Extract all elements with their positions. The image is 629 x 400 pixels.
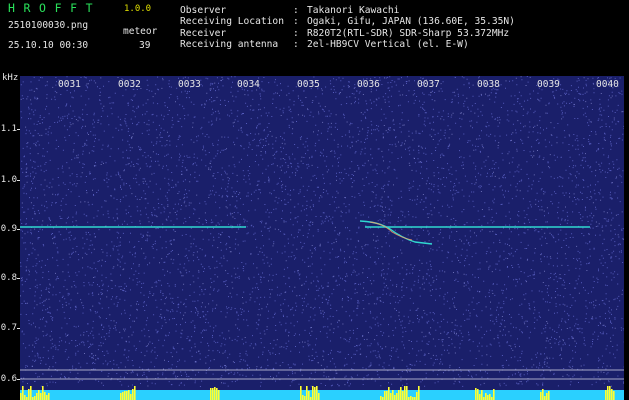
info-row-receiver: Receiver: R820T2(RTL-SDR) SDR-Sharp 53.37… — [180, 27, 510, 39]
axis-unit-label: kHz — [2, 73, 19, 83]
meteor-count: 39 — [139, 40, 151, 51]
app-brand: HROFFT — [8, 1, 102, 15]
x-tick-label: 0039 — [537, 79, 560, 90]
info-key: Receiver — [180, 27, 227, 39]
x-tick-label: 0038 — [477, 79, 500, 90]
capture-datetime: 25.10.10 00:30 — [8, 40, 89, 51]
info-value: R820T2(RTL-SDR) SDR-Sharp 53.372MHz — [307, 27, 510, 39]
noise-speckle-bright — [20, 76, 624, 387]
info-row-location: Receiving Location: Ogaki, Gifu, JAPAN (1… — [180, 16, 515, 28]
y-tick-label: 0.7 — [0, 323, 17, 333]
y-tick-label: 0.9 — [0, 224, 17, 234]
x-tick-label: 0037 — [417, 79, 440, 90]
y-tick-label: 0.6 — [0, 374, 17, 384]
header-panel: HROFFT 1.0.0 2510100030.png 25.10.10 00:… — [0, 0, 629, 75]
meteor-echo — [359, 220, 433, 245]
info-key: Observer — [180, 5, 227, 16]
info-value: Ogaki, Gifu, JAPAN (136.60E, 35.35N) — [307, 16, 515, 28]
x-tick-label: 0033 — [178, 79, 201, 90]
info-value: 2el-HB9CV Vertical (el. E-W) — [307, 39, 469, 51]
x-tick-label: 0035 — [297, 79, 320, 90]
info-key: Receiving Location — [180, 16, 284, 28]
info-value: Takanori Kawachi — [307, 5, 400, 16]
intensity-band — [20, 390, 624, 400]
info-row-observer: Observer: Takanori Kawachi — [180, 5, 400, 16]
meteor-label: meteor — [123, 26, 158, 37]
noise-speckle — [20, 76, 624, 387]
y-tick-label: 0.8 — [0, 273, 17, 283]
spectrogram-canvas — [20, 76, 624, 400]
info-row-antenna: Receiving antenna:2el-HB9CV Vertical (el… — [180, 39, 469, 51]
spectrogram-plot — [20, 76, 624, 400]
file-name: 2510100030.png — [8, 20, 89, 31]
y-tick-label: 1.0 — [0, 175, 17, 185]
x-tick-label: 0040 — [596, 79, 619, 90]
station-info: Observer: Takanori Kawachi Receiving Loca… — [180, 5, 515, 51]
x-tick-label: 0032 — [118, 79, 141, 90]
x-tick-label: 0036 — [357, 79, 380, 90]
app-version: 1.0.0 — [124, 4, 152, 14]
y-tick-label: 1.1 — [0, 124, 17, 134]
x-tick-label: 0034 — [237, 79, 260, 90]
info-key: Receiving antenna — [180, 39, 279, 51]
x-tick-label: 0031 — [58, 79, 81, 90]
